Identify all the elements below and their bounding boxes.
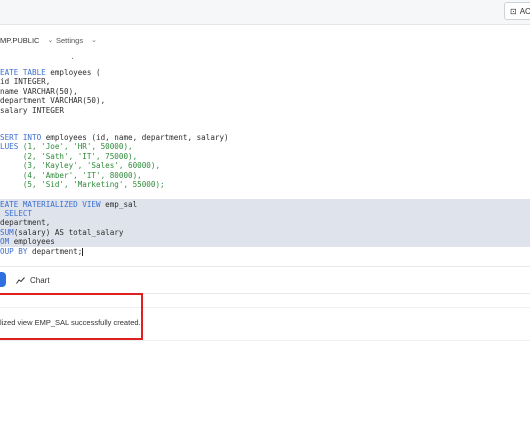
code-line: OUP BY department; <box>0 246 84 256</box>
settings-label: Settings <box>56 35 84 45</box>
code-line: (3, 'Kayley', 'Sales', 60000), <box>0 161 161 171</box>
top-bar: ⊡ AC <box>0 0 530 25</box>
tab-chart-label: Chart <box>30 275 50 285</box>
editor-toolbar: MP.PUBLIC ⌄ Settings ⌄ <box>0 30 530 50</box>
divider <box>0 266 530 267</box>
chart-line-icon <box>16 276 25 284</box>
code-line: department VARCHAR(50), <box>0 96 106 106</box>
chevron-down-icon: ⌄ <box>91 37 97 44</box>
code-line: SUM(salary) AS total_salary <box>0 227 124 237</box>
context-selector[interactable]: MP.PUBLIC ⌄ <box>0 36 53 45</box>
code-line: OM employees <box>0 237 55 247</box>
results-tabs: Chart <box>0 271 530 289</box>
chevron-down-icon: ⌄ <box>47 37 54 44</box>
code-line: (5, 'Sid', 'Marketing', 55000); <box>0 180 165 189</box>
code-line: SELECT <box>0 208 33 218</box>
tab-chart[interactable]: Chart <box>16 273 50 287</box>
account-label: AC <box>519 6 530 16</box>
code-line: LUES (1, 'Joe', 'HR', 50000), <box>0 142 133 152</box>
code-line: id INTEGER, <box>0 77 51 87</box>
text-cursor <box>82 247 84 256</box>
sql-editor[interactable]: . EATE TABLE employees ( id INTEGER, nam… <box>0 50 530 266</box>
code-line: SERT INTO employees (id, name, departmen… <box>0 133 229 142</box>
settings-menu[interactable]: Settings ⌄ <box>56 36 97 45</box>
account-button[interactable]: ⊡ AC <box>504 2 530 20</box>
code-line: department, <box>0 218 51 228</box>
context-label: MP.PUBLIC <box>0 35 40 45</box>
code-line: EATE TABLE employees ( <box>0 68 101 77</box>
results-tab-active[interactable] <box>0 272 6 287</box>
account-icon: ⊡ <box>510 6 517 16</box>
highlight-box <box>0 293 143 340</box>
code-line: salary INTEGER <box>0 105 65 115</box>
code-line: (4, 'Amber', 'IT', 80000), <box>0 170 142 180</box>
editor-marker: . <box>70 52 75 61</box>
code-line: EATE MATERIALIZED VIEW emp_sal <box>0 199 138 209</box>
code-line: (2, 'Sath', 'IT', 75000), <box>0 151 138 161</box>
code-line: name VARCHAR(50), <box>0 86 78 96</box>
divider <box>0 340 530 341</box>
